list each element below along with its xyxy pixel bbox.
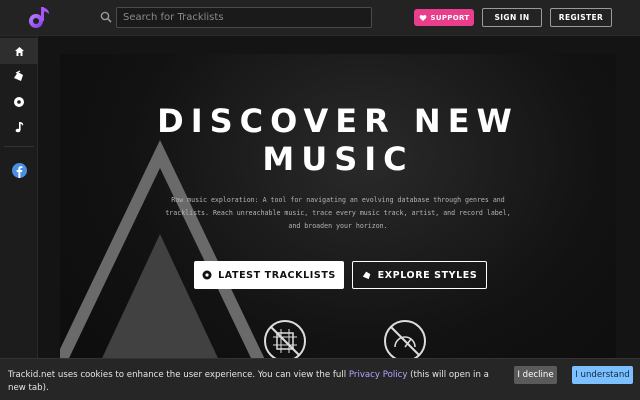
search-input[interactable] [116,7,372,28]
hero-desc-line1: Raw music exploration: A tool for naviga… [171,196,505,204]
tag-icon [362,271,370,280]
sign-in-button[interactable]: SIGN IN [482,8,542,27]
sidebar-item-facebook[interactable] [0,157,38,183]
main-content: DISCOVER NEW MUSIC Raw music exploration… [38,36,640,400]
explore-styles-label: EXPLORE STYLES [377,269,478,281]
decline-label: I decline [517,370,554,380]
cookie-text-before: Trackid.net uses cookies to enhance the … [8,370,349,380]
decline-button[interactable]: I decline [514,366,557,384]
hero-title-line1: DISCOVER NEW [157,102,519,140]
explore-styles-button[interactable]: EXPLORE STYLES [352,261,487,289]
register-button[interactable]: REGISTER [550,8,612,27]
hero-description: Raw music exploration: A tool for naviga… [138,194,538,233]
support-button[interactable]: SUPPORT [414,9,474,26]
sidebar [0,36,38,400]
register-label: REGISTER [558,13,604,22]
cookie-text: Trackid.net uses cookies to enhance the … [8,369,508,395]
sidebar-divider [4,146,34,147]
hero-title-line2: MUSIC [262,140,414,178]
privacy-policy-link[interactable]: Privacy Policy [349,370,408,380]
latest-tracklists-button[interactable]: LATEST TRACKLISTS [194,261,344,289]
sidebar-item-home[interactable] [0,38,38,64]
support-label: SUPPORT [430,13,470,22]
home-icon [14,46,24,56]
latest-tracklists-label: LATEST TRACKLISTS [218,269,336,281]
sign-in-label: SIGN IN [494,13,530,22]
hero-section: DISCOVER NEW MUSIC Raw music exploration… [60,54,616,400]
accept-label: I understand [575,370,630,380]
music-note-icon [15,122,23,133]
search-icon [100,11,112,23]
hero-desc-line2: tracklists. Reach unreachable music, tra… [165,209,511,217]
sidebar-item-tracks[interactable] [0,114,38,140]
record-icon [202,270,212,280]
tag-icon [14,70,23,81]
logo-icon[interactable] [25,4,53,32]
hero-desc-line3: and broaden your horizon. [288,222,388,230]
hero-title: DISCOVER NEW MUSIC [60,102,616,178]
no-speed-icon [384,320,426,362]
record-icon [14,97,24,107]
sidebar-item-styles[interactable] [0,63,38,89]
no-tracklist-icon [264,320,306,362]
cookie-banner: Trackid.net uses cookies to enhance the … [0,358,640,400]
sidebar-item-records[interactable] [0,89,38,115]
top-navbar: SUPPORT SIGN IN REGISTER [0,0,640,36]
accept-button[interactable]: I understand [572,366,633,384]
facebook-icon [11,162,27,178]
heart-icon [419,14,426,21]
